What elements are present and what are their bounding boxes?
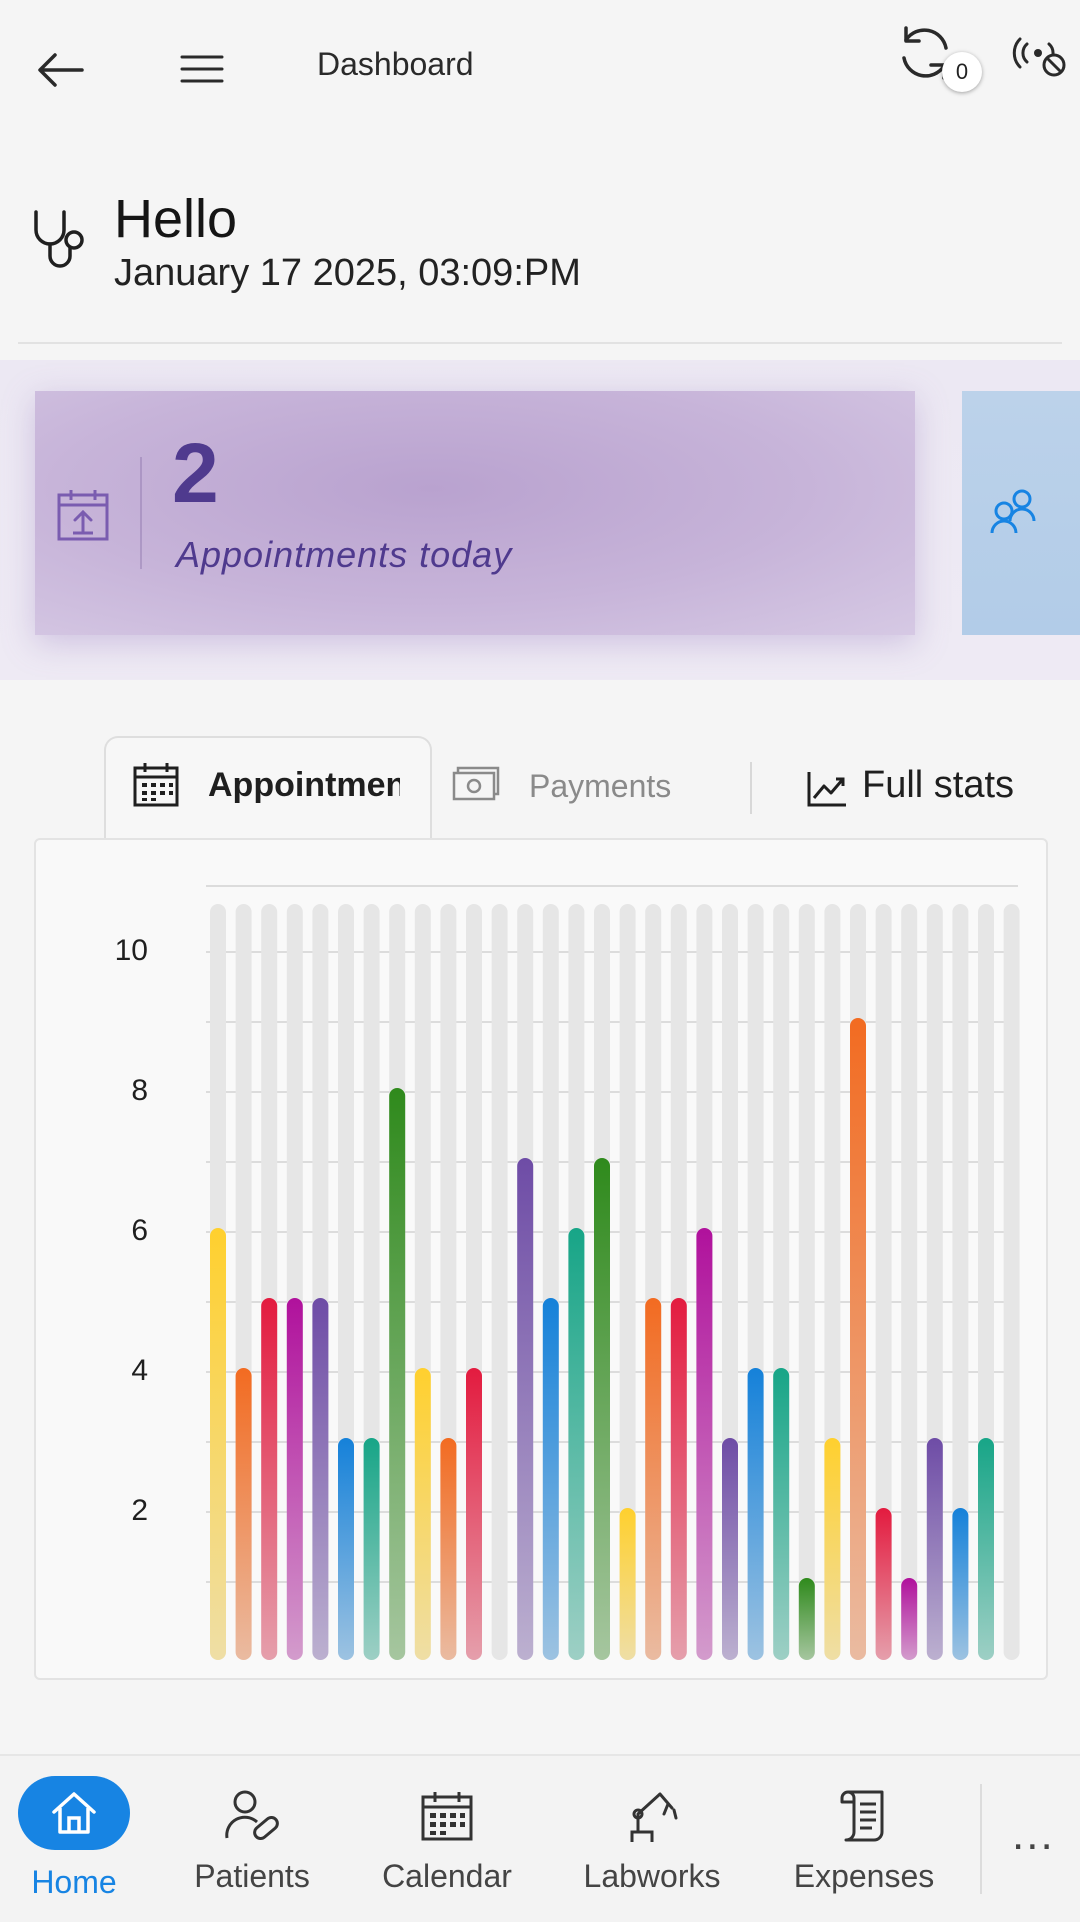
bar[interactable] [875, 1508, 892, 1660]
bar[interactable] [952, 1508, 969, 1660]
back-arrow-icon[interactable] [30, 40, 90, 100]
home-icon [18, 1776, 130, 1850]
full-stats-button[interactable]: Full stats [862, 764, 1014, 807]
receipt-scroll-icon [838, 1782, 890, 1850]
bar[interactable] [670, 1298, 687, 1660]
nav-separator [980, 1784, 982, 1894]
y-tick-label: 10 [114, 934, 148, 967]
bar[interactable] [261, 1298, 278, 1660]
y-tick-label: 8 [131, 1074, 148, 1107]
patients-group-icon [988, 487, 1040, 539]
sync-count-badge: 0 [942, 52, 982, 92]
patient-pill-icon [223, 1782, 281, 1850]
bar[interactable] [338, 1438, 354, 1660]
bar[interactable] [824, 1438, 841, 1660]
y-tick-label: 6 [131, 1214, 148, 1247]
greeting-hello: Hello [114, 189, 238, 249]
nav-item-home[interactable]: Home [14, 1754, 134, 1920]
tab-appointments-label: Appointments [208, 766, 400, 804]
nav-item-patients[interactable]: Patients [172, 1754, 332, 1920]
bar[interactable] [798, 1578, 815, 1660]
tab-payments[interactable]: Payments [529, 768, 671, 805]
trending-chart-icon [806, 770, 848, 808]
bar[interactable] [773, 1368, 790, 1660]
bar-track [491, 904, 508, 1660]
appointments-today-card[interactable] [35, 391, 915, 635]
bar[interactable] [466, 1368, 482, 1660]
bar[interactable] [568, 1228, 585, 1660]
more-button[interactable]: ... [1012, 1810, 1055, 1860]
offline-signal-icon[interactable] [1006, 26, 1070, 82]
appointments-bar-chart [206, 885, 1020, 1660]
y-tick-label: 4 [131, 1354, 148, 1387]
bar[interactable] [696, 1228, 713, 1660]
nav-label-calendar: Calendar [382, 1858, 512, 1894]
bar[interactable] [901, 1578, 918, 1660]
header-divider [18, 342, 1062, 344]
y-tick-label: 2 [131, 1494, 148, 1527]
nav-label-expenses: Expenses [793, 1858, 935, 1894]
nav-label-labworks: Labworks [583, 1858, 721, 1894]
hamburger-menu-icon[interactable] [172, 44, 232, 94]
bar-track [901, 904, 918, 1660]
bar[interactable] [645, 1298, 662, 1660]
nav-item-calendar[interactable]: Calendar [362, 1754, 532, 1920]
nav-label-patients: Patients [194, 1858, 310, 1894]
current-datetime: January 17 2025, 03:09:PM [114, 252, 581, 294]
bar[interactable] [542, 1298, 559, 1660]
appointments-label: Appointments today [176, 534, 513, 575]
robot-arm-icon [624, 1782, 680, 1850]
nav-label-home: Home [31, 1864, 117, 1900]
bar[interactable] [517, 1158, 534, 1660]
bar[interactable] [312, 1298, 329, 1660]
bar[interactable] [926, 1438, 943, 1660]
bar-track [798, 904, 815, 1660]
bar[interactable] [363, 1438, 380, 1660]
bar[interactable] [286, 1298, 303, 1660]
bar[interactable] [210, 1228, 226, 1660]
bar[interactable] [747, 1368, 764, 1660]
bar[interactable] [619, 1508, 636, 1660]
card-separator [140, 457, 142, 569]
calendar-icon [132, 762, 180, 808]
bar[interactable] [414, 1368, 431, 1660]
calendar-icon [420, 1782, 474, 1850]
bar[interactable] [722, 1438, 738, 1660]
stethoscope-icon [28, 208, 90, 274]
bar[interactable] [594, 1158, 610, 1660]
bar[interactable] [389, 1088, 406, 1660]
money-icon [452, 766, 500, 802]
page-title: Dashboard [317, 46, 474, 82]
patients-card[interactable] [962, 391, 1080, 635]
calendar-upload-icon [55, 487, 111, 543]
bar[interactable] [850, 1018, 866, 1660]
nav-item-labworks[interactable]: Labworks [566, 1754, 738, 1920]
bar-track [1003, 904, 1020, 1660]
bar[interactable] [978, 1438, 994, 1660]
bar[interactable] [235, 1368, 252, 1660]
bar[interactable] [440, 1438, 457, 1660]
nav-item-expenses[interactable]: Expenses [778, 1754, 950, 1920]
appointments-count: 2 [172, 426, 219, 520]
tab-separator [750, 762, 752, 814]
